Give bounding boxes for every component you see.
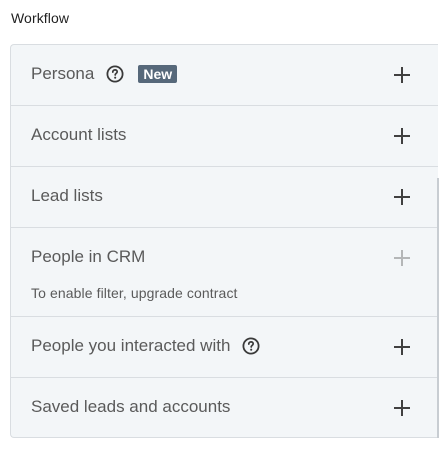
filter-label-group: People you interacted with xyxy=(31,336,260,356)
upgrade-contract-note: To enable filter, upgrade contract xyxy=(31,285,238,301)
add-persona-plus-icon[interactable] xyxy=(393,66,411,84)
help-icon[interactable] xyxy=(242,337,260,355)
filter-label-persona: Persona xyxy=(31,64,95,83)
add-people-in-crm-plus-icon xyxy=(393,249,411,267)
filter-label-saved-leads-and-accounts: Saved leads and accounts xyxy=(31,397,231,416)
workflow-filters-frame: Workflow Persona New Account lists Lead … xyxy=(0,0,439,458)
filter-row-account-lists[interactable]: Account lists xyxy=(11,106,438,167)
section-title: Workflow xyxy=(11,10,70,26)
new-badge: New xyxy=(138,65,178,83)
help-icon[interactable] xyxy=(106,65,124,83)
filter-panel: Persona New Account lists Lead lists Peo… xyxy=(10,44,438,438)
filter-label-account-lists: Account lists xyxy=(31,125,127,144)
add-people-you-interacted-with-plus-icon[interactable] xyxy=(393,338,411,356)
filter-row-people-in-crm: People in CRM To enable filter, upgrade … xyxy=(11,228,438,317)
filter-row-persona[interactable]: Persona New xyxy=(11,45,438,106)
add-saved-leads-and-accounts-plus-icon[interactable] xyxy=(393,399,411,417)
filter-label-people-you-interacted-with: People you interacted with xyxy=(31,336,231,355)
filter-label-group: Lead lists xyxy=(31,186,103,206)
filter-row-people-you-interacted-with[interactable]: People you interacted with xyxy=(11,317,438,378)
filter-row-saved-leads-and-accounts[interactable]: Saved leads and accounts xyxy=(11,378,438,437)
filter-label-group: Saved leads and accounts xyxy=(31,397,230,417)
filter-label-lead-lists: Lead lists xyxy=(31,186,103,205)
filter-row-lead-lists[interactable]: Lead lists xyxy=(11,167,438,228)
filter-label-group: Account lists xyxy=(31,125,126,145)
filter-label-group: Persona New xyxy=(31,64,178,84)
add-account-lists-plus-icon[interactable] xyxy=(393,127,411,145)
filter-label-group: People in CRM xyxy=(31,247,145,267)
filter-label-people-in-crm: People in CRM xyxy=(31,247,146,266)
add-lead-lists-plus-icon[interactable] xyxy=(393,188,411,206)
